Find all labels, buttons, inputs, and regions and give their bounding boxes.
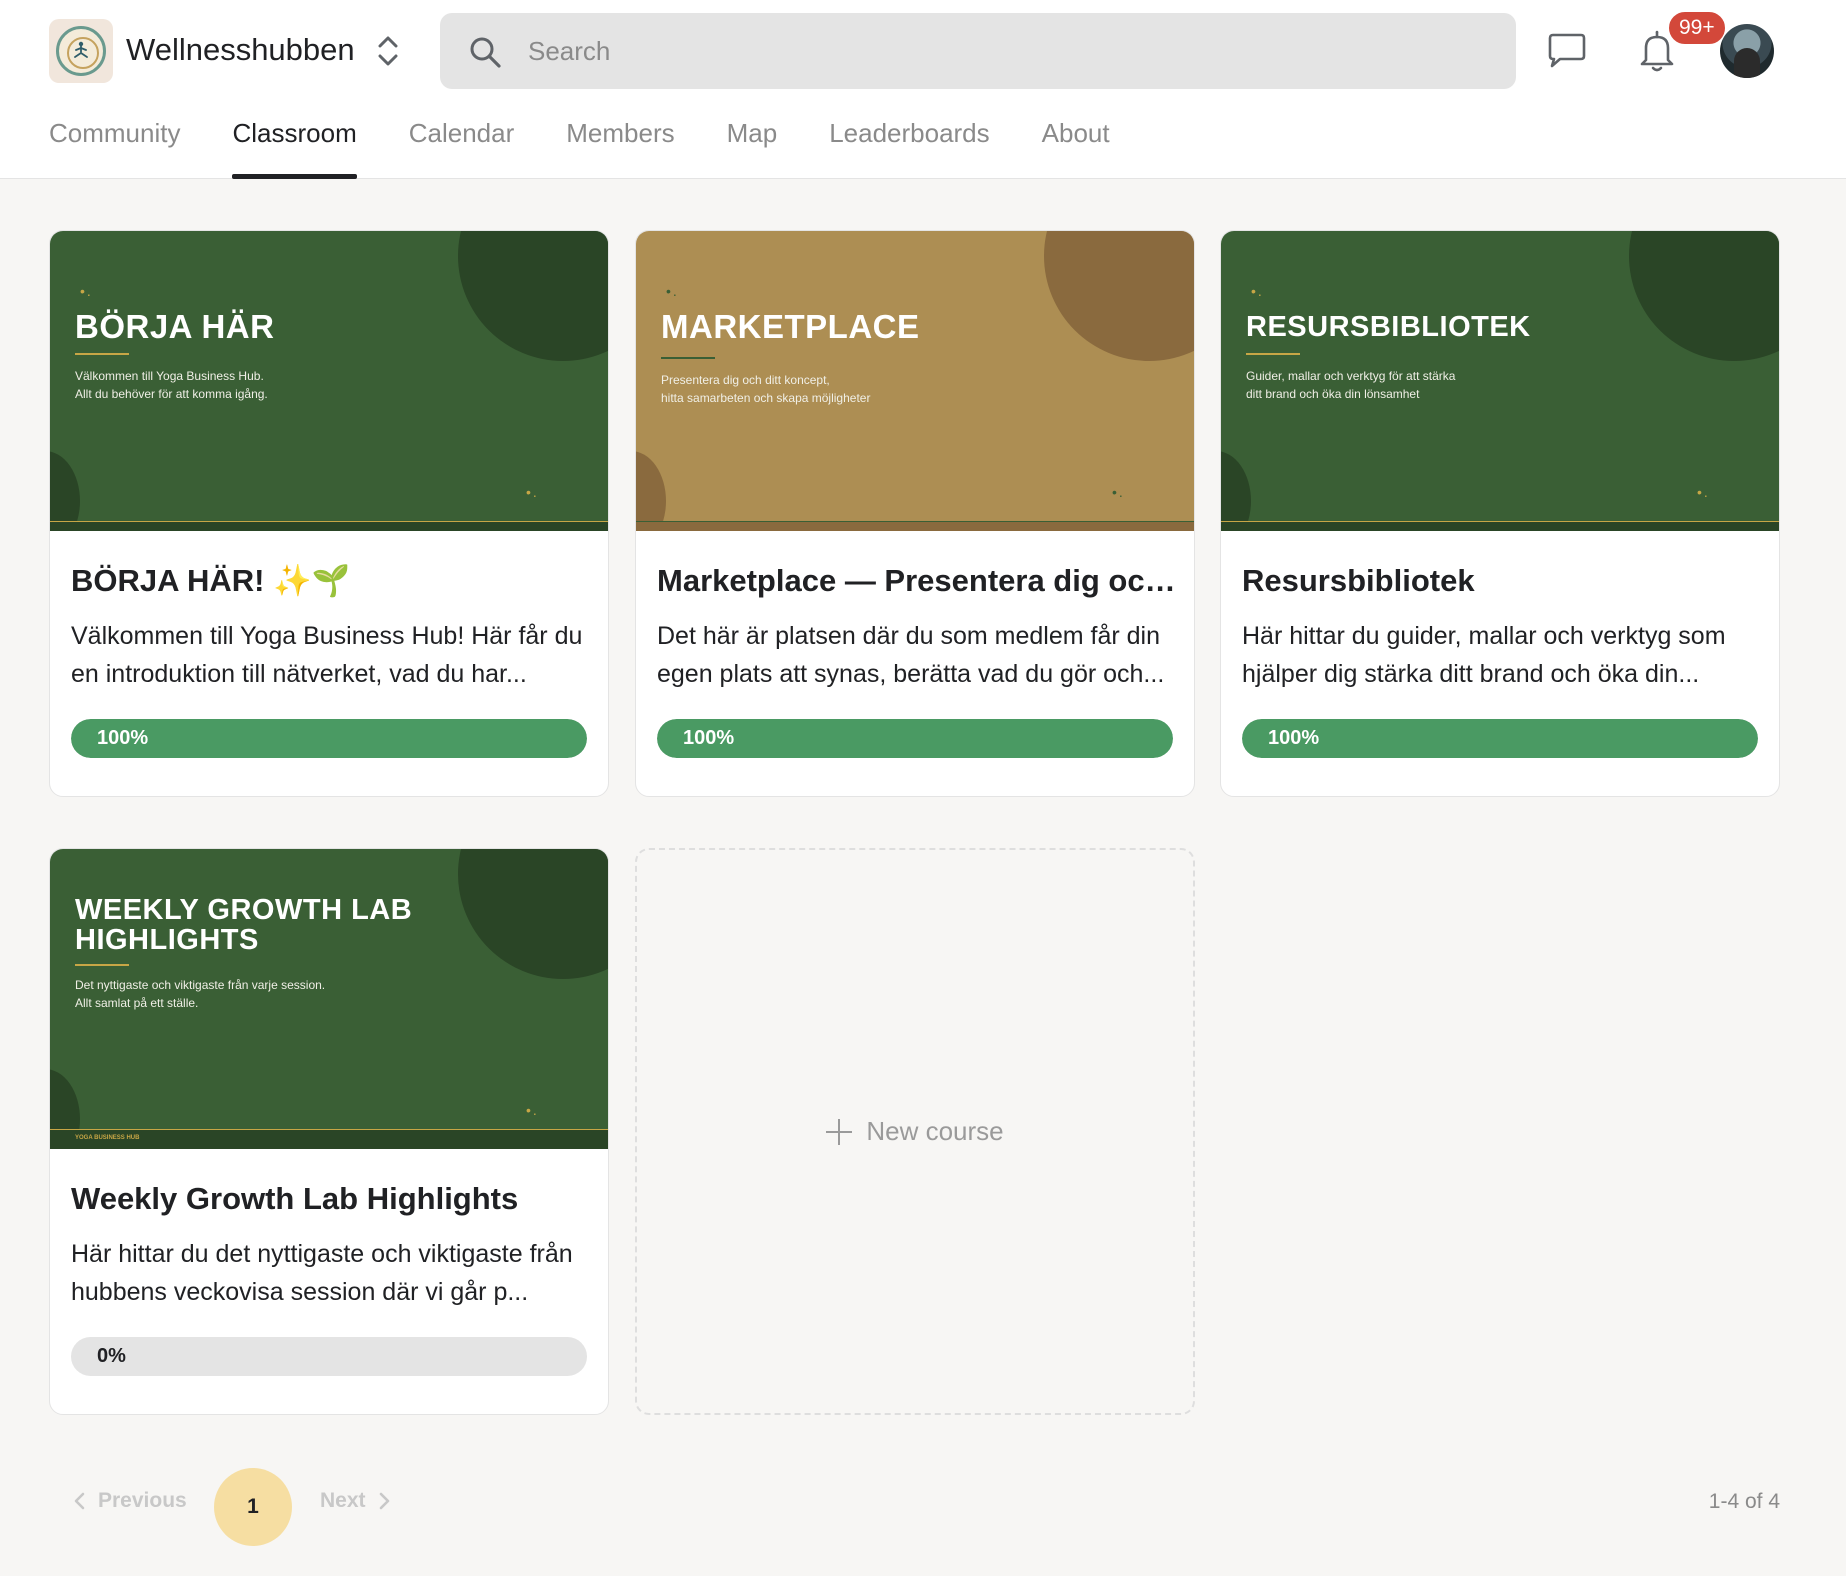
course-description: Välkommen till Yoga Business Hub! Här få… xyxy=(71,622,583,688)
progress-fill xyxy=(71,719,587,758)
course-cover: •. •. RESURSBIBLIOTEK Guider, mallar och… xyxy=(1221,231,1779,531)
cover-divider xyxy=(75,353,129,355)
tab-community[interactable]: Community xyxy=(49,116,180,179)
search-input[interactable] xyxy=(528,29,1428,73)
cover-footer-brand: YOGA BUSINESS HUB xyxy=(75,1135,140,1141)
cover-decor-circle xyxy=(636,451,666,531)
cover-dots: •. xyxy=(526,484,539,500)
cover-decor-circle xyxy=(1221,451,1251,531)
progress-label: 100% xyxy=(683,727,735,749)
cover-title: MARKETPLACE xyxy=(661,308,920,345)
chat-icon[interactable] xyxy=(1544,28,1590,74)
tab-calendar[interactable]: Calendar xyxy=(409,116,515,179)
cover-decor-circle xyxy=(458,231,608,361)
previous-label: Previous xyxy=(98,1489,187,1512)
cover-title: RESURSBIBLIOTEK xyxy=(1246,311,1531,343)
new-course-label: New course xyxy=(866,1116,1004,1146)
cover-divider xyxy=(661,357,715,359)
course-progress-bar: 100% xyxy=(71,719,587,758)
cover-dots: •. xyxy=(80,283,93,299)
course-progress-bar: 100% xyxy=(657,719,1173,758)
course-title[interactable]: Weekly Growth Lab Highlights xyxy=(71,1179,591,1219)
course-title[interactable]: Marketplace — Presentera dig och... xyxy=(657,561,1177,601)
progress-label: 100% xyxy=(1268,727,1320,749)
cover-decor-circle xyxy=(50,451,80,531)
course-title[interactable]: BÖRJA HÄR! ✨🌱 xyxy=(71,561,591,601)
new-course-content: New course xyxy=(637,850,1193,1413)
tab-classroom[interactable]: Classroom xyxy=(232,116,357,179)
search-icon xyxy=(470,37,501,68)
tab-leaderboards[interactable]: Leaderboards xyxy=(829,116,989,179)
chevron-left-icon xyxy=(74,1492,85,1510)
cover-dots: •. xyxy=(1112,484,1125,500)
chevron-right-icon xyxy=(379,1492,389,1510)
top-header: Wellnesshubben 99+ Community Classroom C… xyxy=(0,0,1846,179)
cover-dots: •. xyxy=(526,1102,539,1118)
course-card[interactable]: •. •. RESURSBIBLIOTEK Guider, mallar och… xyxy=(1220,230,1780,797)
tab-map[interactable]: Map xyxy=(727,116,778,179)
user-avatar[interactable] xyxy=(1720,24,1774,78)
course-title[interactable]: Resursbibliotek xyxy=(1242,561,1762,601)
cover-footer-band xyxy=(1221,521,1779,531)
tab-members[interactable]: Members xyxy=(566,116,674,179)
cover-dots: •. xyxy=(666,283,679,299)
cover-subtitle: Guider, mallar och verktyg för att stärk… xyxy=(1246,369,1456,401)
plus-icon xyxy=(826,1118,853,1145)
course-progress-bar: 100% xyxy=(1242,719,1758,758)
community-name[interactable]: Wellnesshubben xyxy=(126,30,355,70)
cover-title: BÖRJA HÄR xyxy=(75,308,275,345)
course-cover: •. •. BÖRJA HÄR Välkommen till Yoga Busi… xyxy=(50,231,608,531)
course-description: Det här är platsen där du som medlem får… xyxy=(657,622,1165,688)
notifications-badge: 99+ xyxy=(1666,9,1728,47)
yoga-figure-icon xyxy=(74,41,88,58)
next-page-button[interactable]: Next xyxy=(320,1489,392,1513)
progress-fill xyxy=(1242,719,1758,758)
cover-subtitle: Välkommen till Yoga Business Hub. Allt d… xyxy=(75,369,268,401)
cover-dots: •. xyxy=(1697,484,1710,500)
course-cover: •. •. MARKETPLACE Presentera dig och dit… xyxy=(636,231,1194,531)
cover-footer-band xyxy=(636,521,1194,531)
progress-label: 0% xyxy=(97,1345,126,1367)
course-cover: •. WEEKLY GROWTH LAB HIGHLIGHTS Det nytt… xyxy=(50,849,608,1149)
course-description: Här hittar du det nyttigaste och viktiga… xyxy=(71,1240,573,1306)
course-card[interactable]: •. WEEKLY GROWTH LAB HIGHLIGHTS Det nytt… xyxy=(49,848,609,1415)
cover-dots: •. xyxy=(1251,283,1264,299)
new-course-button[interactable]: New course xyxy=(635,848,1195,1415)
cover-decor-circle xyxy=(1629,231,1779,361)
progress-label: 100% xyxy=(97,727,149,749)
cover-footer-band xyxy=(50,521,608,531)
course-card[interactable]: •. •. BÖRJA HÄR Välkommen till Yoga Busi… xyxy=(49,230,609,797)
previous-page-button[interactable]: Previous xyxy=(72,1489,187,1513)
cover-decor-circle xyxy=(458,849,608,979)
tab-about[interactable]: About xyxy=(1042,116,1110,179)
cover-decor-circle xyxy=(1044,231,1194,361)
next-label: Next xyxy=(320,1489,366,1512)
progress-fill xyxy=(657,719,1173,758)
nav-tabs: Community Classroom Calendar Members Map… xyxy=(49,116,1162,179)
course-card[interactable]: •. •. MARKETPLACE Presentera dig och dit… xyxy=(635,230,1195,797)
cover-divider xyxy=(1246,353,1300,355)
cover-divider xyxy=(75,964,129,966)
results-range: 1-4 of 4 xyxy=(1708,1490,1780,1513)
course-progress-bar: 0% xyxy=(71,1337,587,1376)
page-number-button[interactable]: 1 xyxy=(214,1468,292,1546)
cover-title: WEEKLY GROWTH LAB HIGHLIGHTS xyxy=(75,894,413,956)
course-description: Här hittar du guider, mallar och verktyg… xyxy=(1242,622,1726,688)
community-logo[interactable] xyxy=(49,19,113,83)
search-bar[interactable] xyxy=(440,13,1516,89)
cover-subtitle: Det nyttigaste och viktigaste från varje… xyxy=(75,978,326,1010)
cover-subtitle: Presentera dig och ditt koncept, hitta s… xyxy=(661,373,871,405)
community-switcher-icon[interactable] xyxy=(374,32,402,70)
